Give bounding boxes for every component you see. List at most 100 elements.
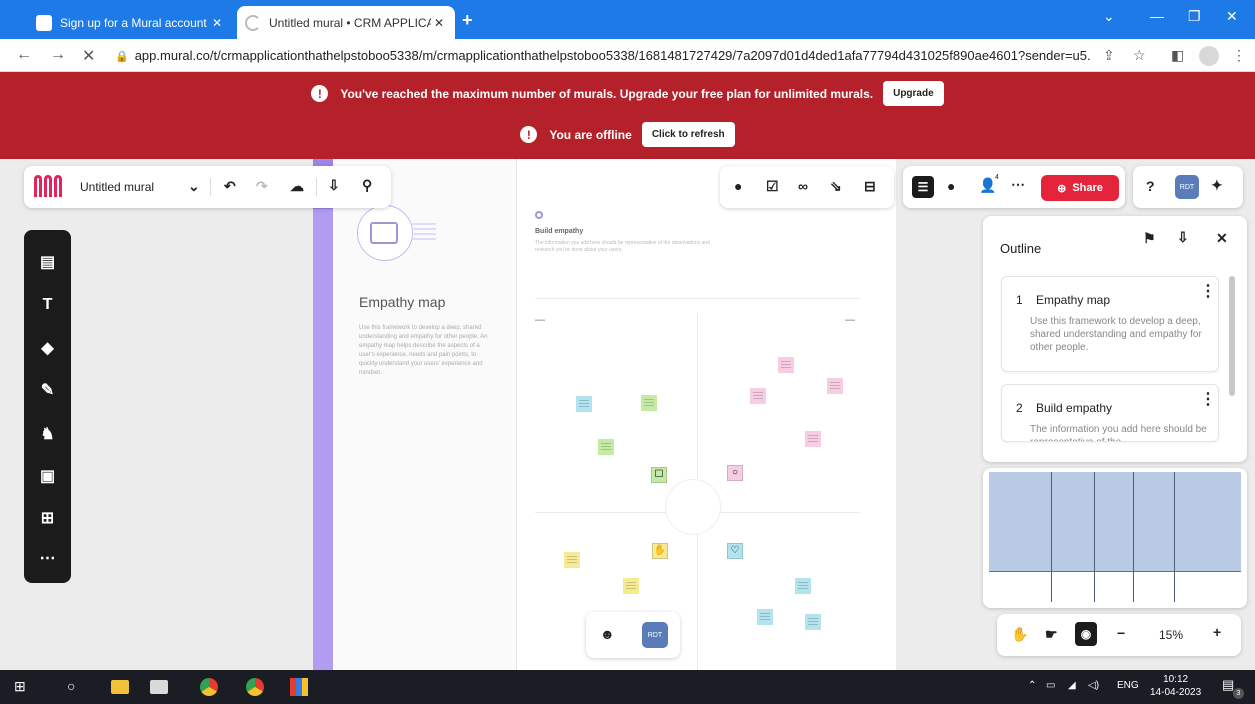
minimize-icon[interactable]: — <box>1150 8 1164 24</box>
zoom-in-icon[interactable]: + <box>1213 624 1221 640</box>
hand-sticker-icon[interactable]: ✋ <box>652 543 668 559</box>
kebab-menu-icon[interactable]: ⋮ <box>1200 392 1216 408</box>
stop-loading-icon[interactable]: ✕ <box>82 46 95 66</box>
sticky-note[interactable] <box>623 578 639 594</box>
summon-icon[interactable]: ⇘ <box>830 178 842 195</box>
store-icon[interactable] <box>150 680 168 694</box>
url-field[interactable]: 🔒 app.mural.co/t/crmapplicationthathelpst… <box>115 48 1090 63</box>
back-icon[interactable]: ← <box>16 46 32 64</box>
mouse-mode-icon[interactable]: ☛ <box>1045 626 1058 643</box>
refresh-button[interactable]: Click to refresh <box>641 122 735 147</box>
restore-icon[interactable]: ❐ <box>1188 8 1201 25</box>
sticky-note[interactable] <box>795 578 811 594</box>
voting-icon[interactable]: ☑ <box>766 178 779 195</box>
outline-scrollbar[interactable] <box>1228 264 1236 442</box>
upgrade-button[interactable]: Upgrade <box>883 81 944 106</box>
section-title: Build empathy <box>535 228 584 235</box>
language-indicator[interactable]: ENG <box>1117 680 1139 691</box>
pen-icon[interactable]: ✎ <box>24 380 71 400</box>
search-icon[interactable]: ○ <box>67 678 85 696</box>
more-options-icon[interactable]: ⋯ <box>1011 176 1025 193</box>
cloud-sync-icon[interactable]: ☁ <box>290 178 304 195</box>
sticky-note[interactable] <box>757 609 773 625</box>
collaborators-icon[interactable]: 👤 <box>979 177 996 194</box>
wifi-icon[interactable]: ◢ <box>1068 680 1076 691</box>
user-avatar[interactable]: RDT <box>1175 175 1199 199</box>
chrome-icon[interactable] <box>200 678 218 696</box>
outline-item[interactable]: 1 Empathy map ⋮ Use this framework to de… <box>1001 276 1219 372</box>
user-avatar[interactable]: RDT <box>642 622 668 648</box>
mural-logo-icon[interactable] <box>34 175 64 197</box>
sticky-note[interactable] <box>805 614 821 630</box>
more-tools-icon[interactable]: ⋯ <box>24 548 71 568</box>
file-explorer-icon[interactable] <box>111 680 129 694</box>
sidebar-icon[interactable]: ◧ <box>1171 47 1184 64</box>
network-icon[interactable]: ▭ <box>1046 680 1055 691</box>
share-button[interactable]: ⊕ Share <box>1041 175 1119 201</box>
export-icon[interactable]: ⇩ <box>1177 229 1189 246</box>
search-icon[interactable]: ⚲ <box>362 177 372 194</box>
sticky-note-icon[interactable]: ▤ <box>24 252 71 272</box>
tab-search-icon[interactable]: ⌄ <box>1103 8 1115 25</box>
tab-signup[interactable]: Sign up for a Mural account | MU ✕ <box>28 6 233 39</box>
apps-icon[interactable]: ⊞ <box>24 508 71 528</box>
export-icon[interactable]: ⇩ <box>328 177 340 194</box>
zoom-level[interactable]: 15% <box>1159 628 1183 642</box>
chat-sticker-icon[interactable]: ☐ <box>651 467 667 483</box>
forward-icon[interactable]: → <box>50 46 66 64</box>
close-tab-icon[interactable]: ✕ <box>209 16 225 30</box>
system-clock[interactable]: 10:12 14-04-2023 <box>1150 673 1201 699</box>
speech-bubble-sticker-icon[interactable]: ○ <box>727 465 743 481</box>
scrollbar-thumb[interactable] <box>1229 276 1235 396</box>
close-window-icon[interactable]: ✕ <box>1226 8 1238 25</box>
close-tab-icon[interactable]: ✕ <box>431 16 447 30</box>
minimap[interactable] <box>983 468 1247 608</box>
minimap-viewport[interactable] <box>989 472 1241 572</box>
mural-title[interactable]: Untitled mural <box>80 180 154 194</box>
present-icon[interactable]: ⚑ <box>1143 230 1156 247</box>
profile-avatar-icon[interactable] <box>1199 46 1219 66</box>
share-label: Share <box>1072 182 1103 194</box>
share-page-icon[interactable]: ⇪ <box>1103 47 1115 64</box>
browser-menu-icon[interactable]: ⋮ <box>1232 47 1246 64</box>
sticky-note[interactable] <box>750 388 766 404</box>
shapes-icon[interactable]: ◆ <box>24 338 71 358</box>
zoom-out-icon[interactable]: − <box>1117 625 1125 641</box>
browser-tab-bar: Sign up for a Mural account | MU ✕ Untit… <box>0 0 1255 39</box>
hand-pan-icon[interactable]: ✋ <box>1011 626 1028 643</box>
lock-icon[interactable]: ⊟ <box>864 178 876 195</box>
sticky-note[interactable] <box>778 357 794 373</box>
sticky-note[interactable] <box>598 439 614 455</box>
sticky-note[interactable] <box>564 552 580 568</box>
app-icon[interactable] <box>290 678 308 696</box>
windows-start-icon[interactable]: ⊞ <box>14 678 32 696</box>
comment-icon[interactable]: ● <box>947 178 955 194</box>
new-tab-icon[interactable]: + <box>462 10 473 31</box>
ai-sparkle-icon[interactable]: ✦ <box>1211 177 1223 194</box>
kebab-menu-icon[interactable]: ⋮ <box>1200 284 1216 300</box>
tab-untitled-mural[interactable]: Untitled mural • CRM APPLICATIO ✕ <box>237 6 455 39</box>
chevron-down-icon[interactable]: ⌄ <box>188 178 200 195</box>
sticky-note[interactable] <box>805 431 821 447</box>
tray-chevron-icon[interactable]: ⌃ <box>1028 680 1036 691</box>
redo-icon[interactable]: ↷ <box>256 178 268 195</box>
bookmark-star-icon[interactable]: ☆ <box>1133 47 1146 64</box>
sticky-note[interactable] <box>576 396 592 412</box>
sticky-note[interactable] <box>641 395 657 411</box>
undo-icon[interactable]: ↶ <box>224 178 236 195</box>
close-icon[interactable]: ✕ <box>1216 230 1228 247</box>
sticky-note[interactable] <box>827 378 843 394</box>
chrome-icon[interactable] <box>246 678 264 696</box>
map-view-icon[interactable]: ◉ <box>1075 622 1097 646</box>
private-mode-icon[interactable]: ∞ <box>798 178 808 194</box>
outline-icon[interactable]: ☰ <box>912 176 934 198</box>
volume-icon[interactable]: ◁) <box>1088 680 1099 691</box>
templates-icon[interactable]: ♞ <box>24 424 71 444</box>
heart-sticker-icon[interactable]: ♡ <box>727 543 743 559</box>
image-icon[interactable]: ▣ <box>24 466 71 486</box>
help-icon[interactable]: ? <box>1146 178 1155 194</box>
text-icon[interactable]: T <box>24 296 71 314</box>
outline-item[interactable]: 2 Build empathy ⋮ The information you ad… <box>1001 384 1219 442</box>
emoji-icon[interactable]: ☻ <box>600 626 615 642</box>
timer-icon[interactable]: ● <box>734 178 742 194</box>
